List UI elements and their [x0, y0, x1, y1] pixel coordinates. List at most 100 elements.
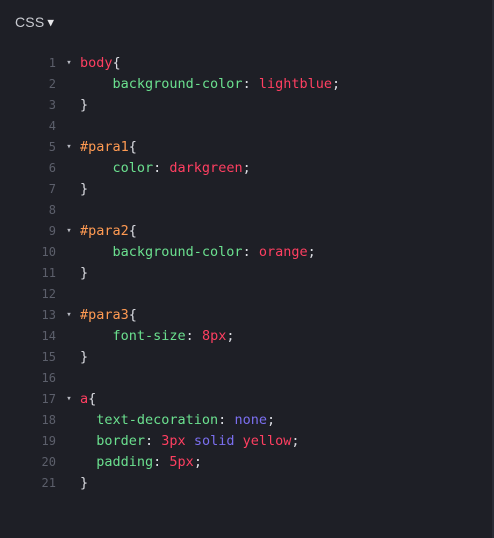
code-token: {: [128, 223, 137, 239]
fold-toggle-icon[interactable]: ▾: [64, 53, 74, 74]
code-line[interactable]: 19 border: 3px solid yellow;: [0, 431, 494, 452]
code-token: none: [234, 412, 267, 428]
fold-toggle-icon[interactable]: ▾: [64, 221, 74, 242]
line-number: 17: [41, 392, 56, 406]
code-token: 3px: [161, 433, 186, 449]
code-token: #para3: [80, 307, 129, 323]
code-token: background-color: [80, 244, 243, 260]
code-token: #para1: [80, 139, 129, 155]
code-token: 8px: [201, 328, 227, 344]
code-text: body{: [80, 53, 121, 74]
code-token: ;: [266, 412, 276, 428]
code-line[interactable]: 9 ▾ #para2{: [0, 221, 494, 242]
code-token: color: [80, 160, 154, 176]
code-token: :: [153, 160, 170, 176]
code-token: :: [185, 328, 202, 344]
code-token: yellow: [242, 433, 292, 449]
code-line[interactable]: 4: [0, 116, 494, 137]
code-text: }: [80, 179, 88, 200]
code-token: ;: [307, 244, 316, 260]
code-line[interactable]: 7}: [0, 179, 494, 200]
code-line[interactable]: 20 padding: 5px;: [0, 452, 494, 473]
code-token: }: [80, 349, 89, 365]
code-token: text-decoration: [80, 412, 219, 428]
line-number: 14: [41, 329, 56, 343]
line-number: 12: [41, 287, 56, 301]
code-text: color: darkgreen;: [80, 158, 251, 179]
code-token: body: [80, 55, 113, 71]
line-number: 13: [41, 308, 56, 322]
line-number: 21: [41, 476, 56, 490]
code-text: #para3{: [80, 305, 137, 326]
code-token: {: [128, 139, 137, 155]
code-token: }: [80, 97, 89, 113]
code-token: }: [80, 181, 89, 197]
code-text: }: [80, 95, 88, 116]
code-token: ;: [331, 76, 341, 92]
language-dropdown[interactable]: CSS ▼: [15, 14, 54, 30]
code-token: padding: [80, 454, 154, 470]
code-token: :: [153, 454, 170, 470]
code-line[interactable]: 8: [0, 200, 494, 221]
code-token: border: [80, 433, 146, 449]
line-number: 16: [41, 371, 56, 385]
code-text: background-color: lightblue;: [80, 74, 341, 95]
code-line[interactable]: 15}: [0, 347, 494, 368]
code-line[interactable]: 17 ▾ a{: [0, 389, 494, 410]
code-token: ;: [226, 328, 235, 344]
code-token: orange: [258, 244, 308, 260]
code-line[interactable]: 11}: [0, 263, 494, 284]
line-number: 7: [48, 182, 56, 196]
fold-toggle-icon[interactable]: ▾: [64, 137, 74, 158]
language-label: CSS: [15, 14, 45, 30]
caret-down-icon: ▼: [47, 15, 55, 29]
code-line[interactable]: 13 ▾ #para3{: [0, 305, 494, 326]
code-editor[interactable]: 1 ▾ body{2 background-color: lightblue; 3} 4…: [0, 53, 494, 538]
code-token: ;: [193, 454, 202, 470]
code-line[interactable]: 18 text-decoration: none;: [0, 410, 494, 431]
code-line[interactable]: 12: [0, 284, 494, 305]
line-number: 8: [48, 203, 56, 217]
code-line[interactable]: 6 color: darkgreen;: [0, 158, 494, 179]
code-token: {: [112, 55, 121, 71]
code-line[interactable]: 2 background-color: lightblue;: [0, 74, 494, 95]
code-token: #para2: [80, 223, 129, 239]
code-line[interactable]: 10 background-color: orange;: [0, 242, 494, 263]
code-token: }: [80, 475, 89, 491]
code-token: {: [128, 307, 137, 323]
line-number: 10: [41, 245, 56, 259]
code-text: }: [80, 347, 88, 368]
code-line[interactable]: 21}: [0, 473, 494, 494]
line-number: 2: [48, 77, 56, 91]
code-token: {: [88, 391, 97, 407]
code-text: text-decoration: none;: [80, 410, 275, 431]
code-token: :: [218, 412, 235, 428]
code-line[interactable]: 3}: [0, 95, 494, 116]
code-line[interactable]: 16: [0, 368, 494, 389]
code-line[interactable]: 14 font-size: 8px;: [0, 326, 494, 347]
code-token: background-color: [80, 76, 243, 92]
code-token: font-size: [80, 328, 186, 344]
editor-header: CSS ▼: [0, 0, 494, 46]
code-text: }: [80, 473, 88, 494]
code-token: :: [242, 244, 259, 260]
code-line[interactable]: 1 ▾ body{: [0, 53, 494, 74]
fold-toggle-icon[interactable]: ▾: [64, 305, 74, 326]
code-token: ;: [291, 433, 300, 449]
line-number: 15: [41, 350, 56, 364]
code-token: :: [145, 433, 162, 449]
code-token: }: [80, 265, 89, 281]
code-token: :: [242, 76, 259, 92]
fold-toggle-icon[interactable]: ▾: [64, 389, 74, 410]
line-number: 6: [48, 161, 56, 175]
code-text: font-size: 8px;: [80, 326, 235, 347]
code-text: }: [80, 263, 88, 284]
code-text: a{: [80, 389, 96, 410]
line-number: 1: [48, 56, 56, 70]
code-token: ;: [242, 160, 251, 176]
code-line[interactable]: 5 ▾ #para1{: [0, 137, 494, 158]
line-number: 3: [48, 98, 56, 112]
code-token: lightblue: [258, 76, 332, 92]
